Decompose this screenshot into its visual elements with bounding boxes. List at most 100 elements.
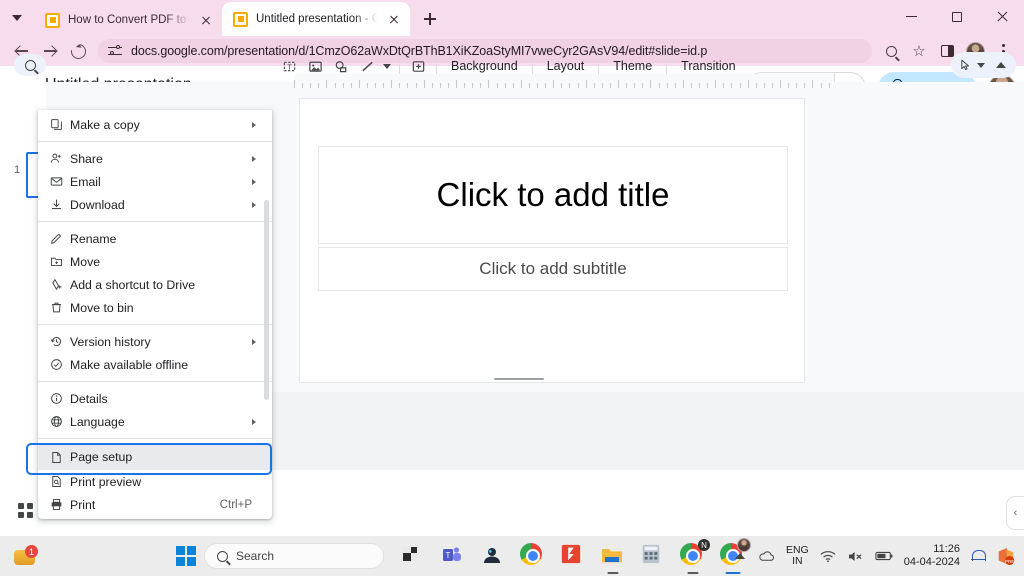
shape-icon <box>334 59 349 74</box>
notes-resize-handle[interactable] <box>494 378 544 380</box>
ruler-tick <box>707 83 708 88</box>
ruler-tick <box>351 83 352 88</box>
submenu-arrow-icon <box>252 419 256 425</box>
menu-item-label: Make available offline <box>70 358 264 372</box>
text-box-icon: T <box>282 59 297 74</box>
taskbar-calculator[interactable] <box>640 543 666 569</box>
tab-search-button[interactable] <box>0 0 34 36</box>
ruler-tick <box>667 83 668 88</box>
menu-item-rename[interactable]: Rename <box>38 227 272 250</box>
menu-item-make-available-offline[interactable]: Make available offline <box>38 353 272 376</box>
clock[interactable]: 11:26 04-04-2024 <box>904 543 960 569</box>
line-dropdown-button[interactable] <box>380 64 394 69</box>
wifi-icon[interactable] <box>820 550 836 563</box>
drive-shortcut-icon <box>50 278 70 291</box>
menu-item-make-a-copy[interactable]: Make a copy <box>38 113 272 136</box>
new-tab-button[interactable] <box>416 5 444 33</box>
divider <box>598 57 599 75</box>
submenu-arrow-icon <box>252 179 256 185</box>
taskbar-vpn-app[interactable] <box>480 543 506 569</box>
menu-item-language[interactable]: Language <box>38 410 272 433</box>
divider <box>532 57 533 75</box>
star-icon: ☆ <box>912 44 925 59</box>
folder-move-icon <box>50 255 70 268</box>
menu-item-add-shortcut-to-drive[interactable]: Add a shortcut to Drive <box>38 273 272 296</box>
taskbar-chrome[interactable] <box>520 543 546 569</box>
site-settings-icon[interactable] <box>108 45 122 58</box>
minimize-button[interactable] <box>889 0 934 33</box>
forward-arrow-icon <box>43 44 57 58</box>
profile-badge-n: N <box>698 539 710 551</box>
menu-scrollbar[interactable] <box>264 200 269 400</box>
taskbar-folder[interactable] <box>600 543 626 569</box>
taskbar-notification-app[interactable]: 1 <box>14 546 36 568</box>
file-menu-dropdown[interactable]: Make a copy Share Email Download <box>38 110 272 519</box>
battery-icon[interactable] <box>875 550 893 562</box>
copy-icon <box>50 118 70 131</box>
grid-view-icon[interactable] <box>18 503 33 518</box>
maximize-button[interactable] <box>934 0 979 33</box>
menu-item-move-to-bin[interactable]: Move to bin <box>38 296 272 319</box>
menu-item-details[interactable]: Details <box>38 387 272 410</box>
search-menus-button[interactable] <box>14 54 46 76</box>
pdf-app-icon <box>560 543 582 565</box>
taskbar-file-explorer[interactable] <box>400 543 426 569</box>
menu-item-version-history[interactable]: Version history <box>38 330 272 353</box>
ruler-tick <box>391 80 392 88</box>
office-icon[interactable]: PRE <box>996 546 1016 566</box>
ruler-tick <box>513 83 514 88</box>
menu-item-print[interactable]: Print Ctrl+P <box>38 493 272 516</box>
taskbar-teams[interactable]: T <box>440 543 466 569</box>
image-icon <box>308 59 323 74</box>
language-indicator[interactable]: ENG IN <box>786 545 809 567</box>
submenu-arrow-icon <box>252 122 256 128</box>
collapse-panel-button[interactable]: ‹ <box>1006 496 1024 530</box>
title-placeholder[interactable]: Click to add title <box>318 146 788 244</box>
menu-group-3: Rename Move Add a shortcut to Drive Move… <box>38 227 272 319</box>
menu-item-page-setup[interactable]: Page setup <box>38 444 272 470</box>
ruler-tick <box>407 83 408 88</box>
menu-item-download[interactable]: Download <box>38 193 272 216</box>
tab-title: How to Convert PDF to Google <box>68 14 190 26</box>
divider <box>399 57 400 75</box>
tab-close-icon[interactable] <box>198 12 214 28</box>
reload-button[interactable] <box>64 37 92 65</box>
menu-item-share[interactable]: Share <box>38 147 272 170</box>
taskbar-search[interactable]: Search <box>204 543 384 569</box>
taskbar-chrome-profile-n[interactable]: N <box>680 543 706 569</box>
person-add-icon <box>50 152 70 165</box>
mute-icon[interactable] <box>847 550 864 563</box>
offline-icon <box>50 358 70 371</box>
chevron-down-icon[interactable] <box>977 63 985 68</box>
menu-item-move[interactable]: Move <box>38 250 272 273</box>
menu-group-2: Share Email Download <box>38 147 272 216</box>
menu-item-print-preview[interactable]: Print preview <box>38 470 272 493</box>
svg-text:T: T <box>446 551 451 560</box>
tab-close-icon[interactable] <box>386 11 402 27</box>
bookmark-button[interactable]: ☆ <box>906 38 932 64</box>
tab-strip: How to Convert PDF to Google Untitled pr… <box>0 0 1024 36</box>
subtitle-placeholder-text: Click to add subtitle <box>479 259 626 279</box>
tray-expand-button[interactable] <box>733 549 747 563</box>
menu-group-1: Make a copy <box>38 113 272 136</box>
cursor-icon[interactable] <box>959 58 972 72</box>
zoom-button[interactable] <box>878 38 904 64</box>
ruler-tick <box>618 80 619 88</box>
system-tray: ENG IN 11:26 04-04-2024 PRE <box>733 543 1016 569</box>
close-button[interactable] <box>979 0 1024 33</box>
onedrive-icon[interactable] <box>758 549 775 563</box>
slide-editor[interactable]: Click to add title Click to add subtitle <box>299 98 805 383</box>
ruler-tick <box>424 80 425 88</box>
taskbar-pdf-app[interactable] <box>560 543 586 569</box>
line-icon <box>360 59 375 74</box>
browser-tab-1[interactable]: How to Convert PDF to Google <box>34 4 222 36</box>
menu-item-email[interactable]: Email <box>38 170 272 193</box>
subtitle-placeholder[interactable]: Click to add subtitle <box>318 247 788 291</box>
collapse-toolbar-button[interactable] <box>996 59 1008 71</box>
notification-bell-icon[interactable] <box>971 549 985 564</box>
ruler-tick <box>383 83 384 88</box>
start-button[interactable] <box>176 546 196 566</box>
ruler-tick <box>610 83 611 88</box>
ruler-tick <box>302 83 303 88</box>
browser-tab-2[interactable]: Untitled presentation - Google <box>222 2 410 36</box>
